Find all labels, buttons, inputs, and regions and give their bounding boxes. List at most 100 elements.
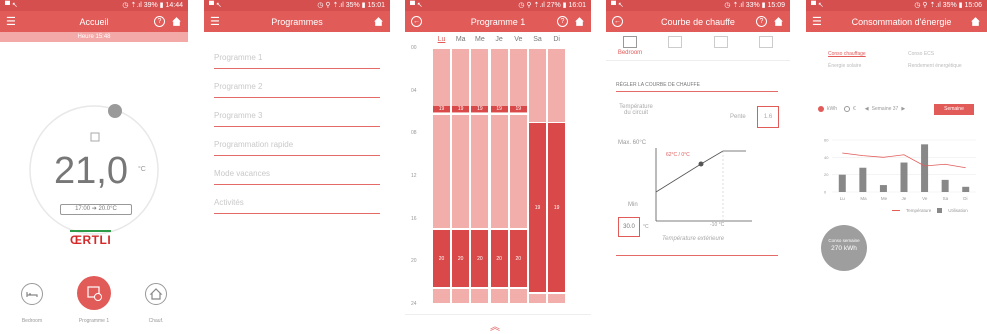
day-column-je[interactable]: 19 20 [490, 0, 508, 334]
dial-handle[interactable] [108, 104, 122, 118]
schedule-segment[interactable] [529, 48, 546, 122]
schedule-segment[interactable] [509, 288, 527, 303]
bar-ma [859, 167, 867, 192]
schedule-segment[interactable] [529, 293, 546, 303]
list-item-vacation-mode[interactable]: Mode vacances [214, 156, 380, 185]
y-tick-label: 0 [824, 190, 827, 195]
hour-label-00: 00 [411, 45, 417, 51]
weekly-schedule-grid[interactable]: 00 04 08 12 16 20 24 19 20 19 20 19 20 19 20 19 20 19 19 [405, 0, 591, 334]
page-title: Programmes [271, 16, 323, 27]
status-bar: ▀ ↖ ◷ ⇡.ıl 39% ▮ 14:44 [0, 0, 188, 11]
segment-temperature: 20 [477, 256, 483, 263]
bar-je [900, 162, 908, 192]
x-tick-label-ve: Ve [922, 196, 928, 201]
list-item-programme-1[interactable]: Programme 1 [214, 40, 380, 69]
heat-label: Chauf. [148, 318, 164, 324]
day-column-ve[interactable]: 19 20 [509, 0, 527, 334]
schedule-segment[interactable] [471, 288, 489, 303]
thermostat-dial[interactable] [0, 32, 188, 262]
bar-di [962, 186, 970, 192]
min-temperature-input[interactable]: 30.0 [618, 217, 640, 237]
x-tick-label-ma: Ma [860, 196, 867, 201]
schedule-segment[interactable] [452, 114, 470, 229]
weekly-total-value: 270 kWh [831, 245, 857, 252]
segment-temperature: 19 [553, 205, 560, 212]
x-tick-label-me: Me [881, 196, 888, 201]
menu-icon[interactable]: ☰ [6, 15, 16, 28]
y-tick-label: 20 [824, 172, 829, 177]
menu-icon[interactable]: ☰ [210, 15, 220, 28]
segment-temperature: 20 [457, 256, 464, 263]
schedule-segment[interactable]: 19 [548, 123, 566, 293]
schedule-segment[interactable]: 19 [471, 48, 489, 114]
bottom-divider [405, 314, 591, 315]
schedule-segment[interactable] [433, 114, 450, 229]
schedule-segment[interactable]: 19 [433, 48, 450, 114]
screenshot-strip: ▀ ↖ ◷ ⇡.ıl 39% ▮ 14:44 ☰ Accueil ? Heure… [0, 0, 987, 334]
mode-heat-button[interactable] [145, 283, 167, 305]
help-icon[interactable]: ? [154, 16, 165, 27]
segment-temperature: 20 [515, 256, 522, 263]
home-icon [149, 288, 163, 300]
schedule-chip[interactable]: 17:00 ➔ 20.0°C [60, 204, 132, 215]
schedule-segment[interactable]: 20 [490, 229, 508, 287]
legend-temperature-swatch [892, 210, 900, 211]
min-unit: °C [643, 224, 649, 230]
list-item-programme-2[interactable]: Programme 2 [214, 69, 380, 98]
hour-label-08: 08 [411, 130, 417, 137]
curve-point[interactable] [698, 161, 704, 167]
x-tick-label-lu: Lu [840, 196, 846, 201]
phone-programme-1: ▀ ↖ ◷ ⚲ ⇡.ıl 27% ▮ 16:01 ← Programme 1 ?… [405, 0, 591, 334]
schedule-segment[interactable] [490, 114, 508, 229]
hour-label-20: 20 [411, 258, 417, 265]
list-item-quick-programming[interactable]: Programmation rapide [214, 127, 380, 156]
bed-icon [26, 292, 38, 297]
bar-sa [941, 179, 949, 192]
x-tick-label-di: Di [963, 196, 967, 201]
mode-bedroom-button[interactable] [21, 283, 43, 305]
segment-temperature: 19 [452, 105, 470, 112]
day-column-sa[interactable]: 19 [529, 0, 546, 334]
temperature-value: 21,0 [54, 150, 128, 192]
expand-chevron-icon[interactable]: ︽ [490, 318, 500, 333]
legend-usage-swatch [937, 208, 943, 213]
heating-curve-graph[interactable] [606, 0, 790, 334]
schedule-segment[interactable] [490, 288, 508, 303]
list-item-activities[interactable]: Activités [214, 185, 380, 214]
day-column-me[interactable]: 19 20 [471, 0, 489, 334]
list-item-programme-3[interactable]: Programme 3 [214, 98, 380, 127]
schedule-segment[interactable] [548, 293, 566, 303]
schedule-segment[interactable] [433, 288, 450, 303]
status-right: ◷ ⇡.ıl 39% ▮ 14:44 [122, 2, 183, 9]
schedule-segment[interactable]: 19 [490, 48, 508, 114]
day-column-lu[interactable]: 19 20 [433, 0, 450, 334]
schedule-segment[interactable] [471, 114, 489, 229]
segment-temperature: 20 [496, 256, 502, 263]
home-icon[interactable] [373, 16, 384, 27]
mode-programme-button[interactable] [77, 276, 111, 310]
schedule-segment[interactable]: 20 [471, 229, 489, 287]
schedule-segment[interactable]: 20 [433, 229, 450, 287]
bedroom-label: Bedroom [21, 318, 43, 324]
schedule-segment[interactable] [509, 114, 527, 229]
schedule-segment[interactable]: 20 [452, 229, 470, 287]
x-point-label: -10 °C [710, 222, 725, 228]
schedule-segment[interactable]: 20 [509, 229, 527, 287]
segment-temperature: 19 [509, 105, 527, 112]
schedule-segment[interactable] [548, 48, 566, 122]
schedule-segment[interactable] [452, 288, 470, 303]
schedule-segment[interactable]: 19 [509, 48, 527, 114]
y-tick-label: 40 [824, 155, 829, 160]
home-icon[interactable] [171, 16, 182, 27]
day-column-ma[interactable]: 19 20 [452, 0, 470, 334]
hour-label-16: 16 [411, 215, 417, 222]
segment-temperature: 19 [534, 205, 541, 212]
x-axis-label: Température extérieure [662, 236, 725, 242]
schedule-segment[interactable]: 19 [452, 48, 470, 114]
bar-me [879, 185, 887, 192]
status-bar: ▀ ↖ ◷ ⚲ ⇡.ıl 35% ▮ 15:01 [204, 0, 390, 11]
oertli-logo: ŒRTLI [70, 230, 112, 247]
day-column-di[interactable]: 19 [548, 0, 566, 334]
schedule-segment[interactable]: 19 [529, 123, 546, 293]
calendar-clock-icon [87, 286, 102, 301]
